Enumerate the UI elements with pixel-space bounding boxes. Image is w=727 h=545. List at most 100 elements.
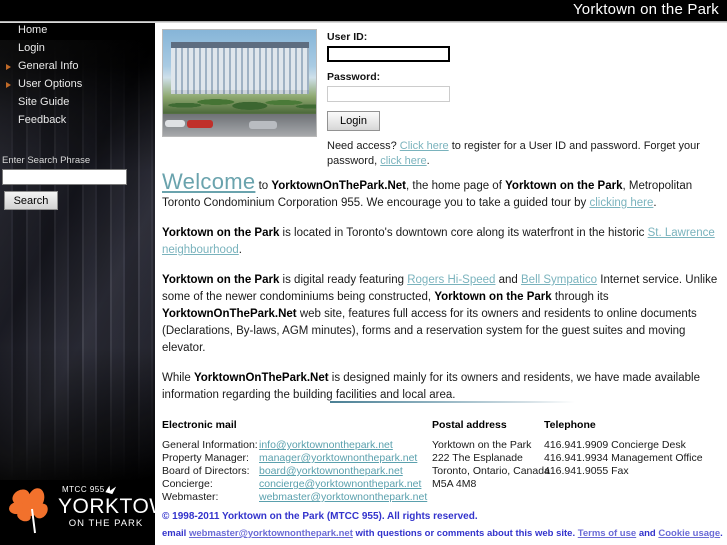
telephone-column: Telephone 416.941.9909 Concierge Desk 41… [544, 419, 727, 478]
email-row-label: Concierge: [162, 478, 213, 490]
sidebar-item-feedback[interactable]: Feedback [0, 112, 155, 129]
sidebar-item-label: Site Guide [18, 96, 70, 108]
footer-webmaster-link[interactable]: webmaster@yorktownonthepark.net [189, 528, 353, 539]
welcome-paragraph: Welcome to YorktownOnThePark.Net, the ho… [162, 171, 727, 212]
welcome-text-c: , the home page of [406, 180, 506, 192]
page-title: Yorktown on the Park [572, 1, 719, 18]
footer-section: © 1998-2011 Yorktown on the Park (MTCC 9… [162, 509, 727, 541]
designed-text-b: YorktownOnThePark.Net [193, 372, 329, 384]
car-shape [187, 120, 213, 128]
location-text-c: . [238, 244, 242, 256]
postal-line: Toronto, Ontario, Canada [432, 465, 550, 477]
designed-for-paragraph: While YorktownOnThePark.Net is designed … [162, 370, 727, 404]
sidebar-item-label: Home [18, 24, 48, 36]
sidebar-item-general-info[interactable]: General Info [0, 58, 155, 75]
sidebar-item-label: Login [18, 42, 45, 54]
postal-line: M5A 4M8 [432, 478, 477, 490]
welcome-text-d: Yorktown on the Park [505, 180, 623, 192]
sidebar-item-label: Feedback [18, 114, 67, 126]
userid-input[interactable] [327, 46, 450, 62]
postal-line: Yorktown on the Park [432, 439, 532, 451]
email-row-label: Webmaster: [162, 491, 219, 503]
section-divider [330, 401, 575, 403]
copyright-text: © 1998-2011 Yorktown on the Park (MTCC 9… [162, 511, 478, 522]
email-heading: Electronic mail [162, 419, 237, 431]
digital-text-c: and [495, 274, 522, 286]
digital-text-b: is digital ready featuring [279, 274, 408, 286]
footer-contact-line: email webmaster@yorktownonthepark.net wi… [162, 527, 727, 541]
phone-line: 416.941.9909 Concierge Desk [544, 439, 686, 451]
footer-and-text: and [636, 528, 659, 539]
postal-line: 222 The Esplanade [432, 452, 523, 464]
sidebar-item-label: User Options [18, 78, 83, 90]
digital-text-e: Yorktown on the Park [434, 291, 552, 303]
terms-of-use-link[interactable]: Terms of use [578, 528, 636, 539]
bell-sympatico-link[interactable]: Bell Sympatico [521, 274, 597, 286]
location-text-a: Yorktown on the Park [162, 227, 280, 239]
forgot-password-link[interactable]: click here [380, 155, 426, 167]
search-input[interactable] [2, 169, 127, 185]
top-header-bar: Yorktown on the Park [0, 0, 727, 21]
phone-line: 416.941.9934 Management Office [544, 452, 703, 464]
search-button[interactable]: Search [4, 191, 58, 210]
location-paragraph: Yorktown on the Park is located in Toron… [162, 225, 727, 259]
userid-label: User ID: [327, 31, 368, 43]
email-column: Electronic mail General Information:info… [162, 419, 427, 504]
arrow-right-icon [6, 82, 11, 88]
email-link-general[interactable]: info@yorktownonthepark.net [259, 439, 393, 451]
car-shape [165, 120, 185, 127]
email-link-board[interactable]: board@yorktownonthepark.net [259, 465, 403, 477]
postal-heading: Postal address [432, 419, 507, 431]
email-link-webmaster[interactable]: webmaster@yorktownonthepark.net [259, 491, 427, 503]
building-hero-photo [162, 29, 317, 137]
sidebar-item-user-options[interactable]: User Options [0, 76, 155, 93]
footer-email-suffix: . [720, 528, 723, 539]
email-link-concierge[interactable]: concierge@yorktownonthepark.net [259, 478, 421, 490]
postal-column: Postal address Yorktown on the Park 222 … [432, 419, 550, 491]
telephone-heading: Telephone [544, 419, 596, 431]
email-row: Property Manager: manager@yorktownonthepa… [162, 452, 427, 465]
digital-text-a: Yorktown on the Park [162, 274, 280, 286]
cookie-usage-link[interactable]: Cookie usage [658, 528, 720, 539]
yorktown-logo: MTCC 955 YORKTOWN ON THE PARK [2, 477, 155, 539]
password-input[interactable] [327, 86, 450, 102]
page-root: Home Login General Info User Options Sit… [0, 0, 727, 545]
email-row: Board of Directors: board@yorktownonthepa… [162, 465, 427, 478]
sidebar-item-home[interactable]: Home [0, 22, 155, 39]
search-label: Enter Search Phrase [2, 155, 91, 166]
email-row: Webmaster: webmaster@yorktownonthepark.ne… [162, 491, 427, 504]
footer-email-prefix: email [162, 528, 189, 539]
designed-text-a: While [162, 372, 194, 384]
sidebar-item-login[interactable]: Login [0, 40, 155, 57]
register-link[interactable]: Click here [400, 140, 449, 152]
sidebar: Home Login General Info User Options Sit… [0, 0, 155, 545]
email-row-label: Board of Directors: [162, 465, 250, 477]
need-access-text: Need access? Click here to register for … [327, 139, 719, 169]
digital-text-f: through its [551, 291, 609, 303]
arrow-right-icon [6, 64, 11, 70]
search-block: Enter Search Phrase Search [0, 155, 155, 210]
sidebar-item-label: General Info [18, 60, 79, 72]
password-label: Password: [327, 71, 381, 83]
guided-tour-link[interactable]: clicking here [589, 197, 653, 209]
welcome-text-a: to [255, 180, 272, 192]
main-navigation: Home Login General Info User Options Sit… [0, 22, 155, 130]
email-link-manager[interactable]: manager@yorktownonthepark.net [259, 452, 417, 464]
logo-main-text: YORKTOWN [58, 495, 155, 518]
car-shape [249, 121, 277, 129]
welcome-heading: Welcome [162, 169, 256, 194]
footer-email-mid: with questions or comments about this we… [352, 528, 578, 539]
login-section: User ID: Password: Login Need access? Cl… [155, 23, 727, 167]
welcome-text-b: YorktownOnThePark.Net [271, 180, 406, 192]
need-access-suffix: . [426, 155, 430, 167]
phone-line: 416.941.9055 Fax [544, 465, 629, 477]
email-row-label: Property Manager: [162, 452, 249, 464]
login-button[interactable]: Login [327, 111, 380, 131]
rogers-link[interactable]: Rogers Hi-Speed [407, 274, 495, 286]
digital-ready-paragraph: Yorktown on the Park is digital ready fe… [162, 272, 727, 357]
need-access-prefix: Need access? [327, 140, 400, 152]
logo-sub-text: ON THE PARK [68, 518, 144, 529]
login-form: User ID: Password: Login Need access? Cl… [327, 31, 719, 169]
email-row: General Information:info@yorktownonthepa… [162, 439, 427, 452]
sidebar-item-site-guide[interactable]: Site Guide [0, 94, 155, 111]
